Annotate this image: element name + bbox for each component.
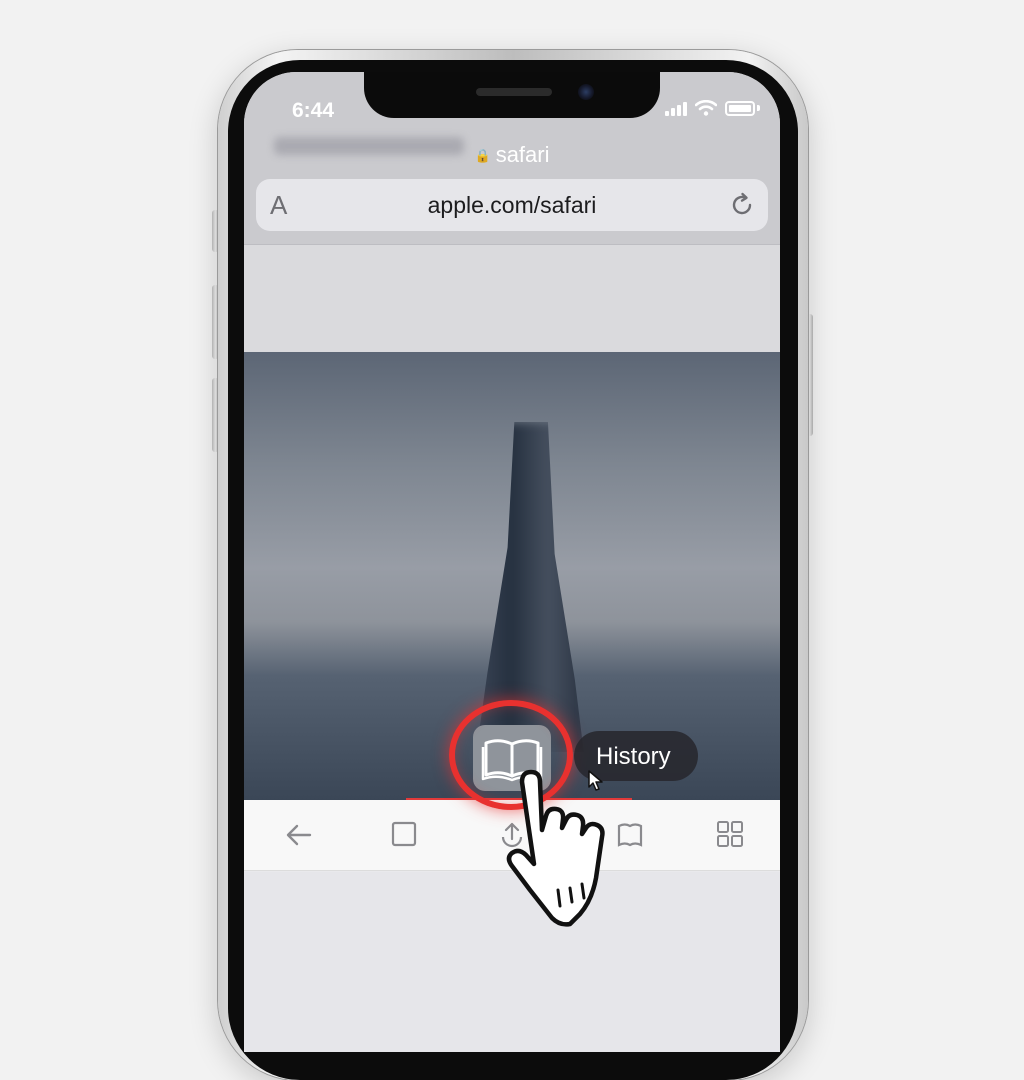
hand-cursor-icon [506,769,605,927]
lock-icon: 🔒 [474,148,491,164]
notch [364,72,660,118]
tooltip-label: History [596,743,671,770]
battery-icon [725,100,755,116]
front-camera [578,84,594,100]
blurred-page-text [244,244,780,353]
tabs-icon[interactable] [716,820,744,848]
site-name-label: 🔒 safari [244,142,780,168]
battery-cap [757,105,760,111]
status-icons [665,100,760,116]
back-arrow-icon[interactable] [284,820,314,850]
site-name-text: safari [495,142,550,167]
status-time: 6:44 [292,99,335,122]
address-bar[interactable]: A apple.com/safari [256,179,768,231]
cellular-signal-icon [665,100,687,116]
speaker-grille [476,88,552,96]
url-text[interactable]: apple.com/safari [256,192,768,219]
wifi-icon [695,100,717,116]
square-icon[interactable] [390,820,418,848]
reload-icon[interactable] [728,191,756,219]
